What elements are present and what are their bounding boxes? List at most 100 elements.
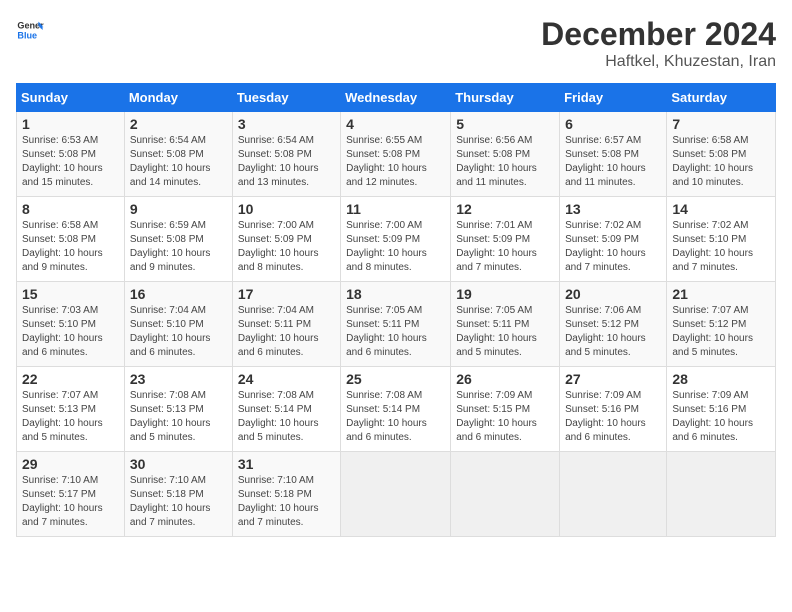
calendar-cell: 28 Sunrise: 7:09 AM Sunset: 5:16 PM Dayli… (667, 367, 776, 452)
calendar-cell: 31 Sunrise: 7:10 AM Sunset: 5:18 PM Dayli… (232, 452, 340, 537)
day-info: Sunrise: 7:02 AM Sunset: 5:10 PM Dayligh… (672, 219, 770, 275)
day-info: Sunrise: 7:09 AM Sunset: 5:16 PM Dayligh… (672, 389, 770, 445)
location-title: Haftkel, Khuzestan, Iran (541, 53, 776, 71)
month-title: December 2024 (541, 16, 776, 53)
day-info: Sunrise: 7:01 AM Sunset: 5:09 PM Dayligh… (456, 219, 554, 275)
day-number: 28 (672, 371, 770, 387)
calendar-cell: 14 Sunrise: 7:02 AM Sunset: 5:10 PM Dayli… (667, 197, 776, 282)
day-info: Sunrise: 7:03 AM Sunset: 5:10 PM Dayligh… (22, 304, 119, 360)
day-number: 1 (22, 116, 119, 132)
calendar-cell: 26 Sunrise: 7:09 AM Sunset: 5:15 PM Dayli… (451, 367, 560, 452)
calendar-cell: 12Sunrise: 7:01 AM Sunset: 5:09 PM Dayli… (451, 197, 560, 282)
calendar-cell (341, 452, 451, 537)
header-cell-tuesday: Tuesday (232, 84, 340, 112)
header: General Blue December 2024 Haftkel, Khuz… (16, 16, 776, 71)
day-info: Sunrise: 7:04 AM Sunset: 5:11 PM Dayligh… (238, 304, 335, 360)
calendar-cell: 25Sunrise: 7:08 AM Sunset: 5:14 PM Dayli… (341, 367, 451, 452)
day-number: 17 (238, 286, 335, 302)
day-info: Sunrise: 7:05 AM Sunset: 5:11 PM Dayligh… (456, 304, 554, 360)
calendar-week-0: 1 Sunrise: 6:53 AM Sunset: 5:08 PM Daylig… (17, 112, 776, 197)
day-info: Sunrise: 7:02 AM Sunset: 5:09 PM Dayligh… (565, 219, 661, 275)
day-info: Sunrise: 7:10 AM Sunset: 5:18 PM Dayligh… (238, 474, 335, 530)
day-info: Sunrise: 7:07 AM Sunset: 5:12 PM Dayligh… (672, 304, 770, 360)
day-number: 22 (22, 371, 119, 387)
day-info: Sunrise: 7:05 AM Sunset: 5:11 PM Dayligh… (346, 304, 445, 360)
calendar-cell (560, 452, 667, 537)
calendar-cell: 4Sunrise: 6:55 AM Sunset: 5:08 PM Daylig… (341, 112, 451, 197)
calendar-cell (667, 452, 776, 537)
header-cell-monday: Monday (124, 84, 232, 112)
calendar-cell: 13 Sunrise: 7:02 AM Sunset: 5:09 PM Dayli… (560, 197, 667, 282)
day-number: 23 (130, 371, 227, 387)
header-cell-friday: Friday (560, 84, 667, 112)
day-info: Sunrise: 7:06 AM Sunset: 5:12 PM Dayligh… (565, 304, 661, 360)
svg-text:Blue: Blue (17, 30, 37, 40)
calendar-cell: 11Sunrise: 7:00 AM Sunset: 5:09 PM Dayli… (341, 197, 451, 282)
day-number: 6 (565, 116, 661, 132)
day-info: Sunrise: 6:53 AM Sunset: 5:08 PM Dayligh… (22, 134, 119, 190)
calendar-week-3: 22 Sunrise: 7:07 AM Sunset: 5:13 PM Dayli… (17, 367, 776, 452)
day-number: 7 (672, 116, 770, 132)
day-info: Sunrise: 6:59 AM Sunset: 5:08 PM Dayligh… (130, 219, 227, 275)
day-info: Sunrise: 6:58 AM Sunset: 5:08 PM Dayligh… (22, 219, 119, 275)
calendar-cell: 8 Sunrise: 6:58 AM Sunset: 5:08 PM Daylig… (17, 197, 125, 282)
calendar-cell: 17 Sunrise: 7:04 AM Sunset: 5:11 PM Dayli… (232, 282, 340, 367)
day-number: 9 (130, 201, 227, 217)
calendar-cell: 9 Sunrise: 6:59 AM Sunset: 5:08 PM Daylig… (124, 197, 232, 282)
calendar-cell: 24Sunrise: 7:08 AM Sunset: 5:14 PM Dayli… (232, 367, 340, 452)
day-info: Sunrise: 6:56 AM Sunset: 5:08 PM Dayligh… (456, 134, 554, 190)
calendar-table: SundayMondayTuesdayWednesdayThursdayFrid… (16, 83, 776, 537)
day-info: Sunrise: 7:08 AM Sunset: 5:14 PM Dayligh… (238, 389, 335, 445)
day-number: 10 (238, 201, 335, 217)
header-row: SundayMondayTuesdayWednesdayThursdayFrid… (17, 84, 776, 112)
calendar-cell: 21Sunrise: 7:07 AM Sunset: 5:12 PM Dayli… (667, 282, 776, 367)
calendar-cell: 6 Sunrise: 6:57 AM Sunset: 5:08 PM Daylig… (560, 112, 667, 197)
day-info: Sunrise: 7:08 AM Sunset: 5:14 PM Dayligh… (346, 389, 445, 445)
calendar-cell: 15 Sunrise: 7:03 AM Sunset: 5:10 PM Dayli… (17, 282, 125, 367)
calendar-week-4: 29 Sunrise: 7:10 AM Sunset: 5:17 PM Dayli… (17, 452, 776, 537)
calendar-cell: 7 Sunrise: 6:58 AM Sunset: 5:08 PM Daylig… (667, 112, 776, 197)
calendar-cell: 20 Sunrise: 7:06 AM Sunset: 5:12 PM Dayli… (560, 282, 667, 367)
day-number: 2 (130, 116, 227, 132)
day-info: Sunrise: 6:54 AM Sunset: 5:08 PM Dayligh… (238, 134, 335, 190)
day-number: 18 (346, 286, 445, 302)
day-number: 20 (565, 286, 661, 302)
day-info: Sunrise: 7:10 AM Sunset: 5:17 PM Dayligh… (22, 474, 119, 530)
calendar-cell: 29 Sunrise: 7:10 AM Sunset: 5:17 PM Dayli… (17, 452, 125, 537)
day-info: Sunrise: 6:54 AM Sunset: 5:08 PM Dayligh… (130, 134, 227, 190)
header-cell-thursday: Thursday (451, 84, 560, 112)
calendar-cell: 19Sunrise: 7:05 AM Sunset: 5:11 PM Dayli… (451, 282, 560, 367)
title-area: December 2024 Haftkel, Khuzestan, Iran (541, 16, 776, 71)
day-number: 3 (238, 116, 335, 132)
day-number: 29 (22, 456, 119, 472)
calendar-cell: 1 Sunrise: 6:53 AM Sunset: 5:08 PM Daylig… (17, 112, 125, 197)
day-number: 26 (456, 371, 554, 387)
day-number: 16 (130, 286, 227, 302)
day-number: 14 (672, 201, 770, 217)
day-info: Sunrise: 7:04 AM Sunset: 5:10 PM Dayligh… (130, 304, 227, 360)
calendar-week-1: 8 Sunrise: 6:58 AM Sunset: 5:08 PM Daylig… (17, 197, 776, 282)
day-number: 8 (22, 201, 119, 217)
day-number: 15 (22, 286, 119, 302)
logo: General Blue (16, 16, 44, 44)
day-info: Sunrise: 6:55 AM Sunset: 5:08 PM Dayligh… (346, 134, 445, 190)
day-number: 11 (346, 201, 445, 217)
day-number: 27 (565, 371, 661, 387)
calendar-cell: 5Sunrise: 6:56 AM Sunset: 5:08 PM Daylig… (451, 112, 560, 197)
calendar-cell: 2 Sunrise: 6:54 AM Sunset: 5:08 PM Daylig… (124, 112, 232, 197)
day-number: 13 (565, 201, 661, 217)
day-info: Sunrise: 6:58 AM Sunset: 5:08 PM Dayligh… (672, 134, 770, 190)
calendar-week-2: 15 Sunrise: 7:03 AM Sunset: 5:10 PM Dayli… (17, 282, 776, 367)
day-number: 31 (238, 456, 335, 472)
day-info: Sunrise: 7:07 AM Sunset: 5:13 PM Dayligh… (22, 389, 119, 445)
day-info: Sunrise: 7:08 AM Sunset: 5:13 PM Dayligh… (130, 389, 227, 445)
logo-icon: General Blue (16, 16, 44, 44)
day-info: Sunrise: 7:09 AM Sunset: 5:15 PM Dayligh… (456, 389, 554, 445)
day-info: Sunrise: 7:00 AM Sunset: 5:09 PM Dayligh… (238, 219, 335, 275)
calendar-cell (451, 452, 560, 537)
day-info: Sunrise: 6:57 AM Sunset: 5:08 PM Dayligh… (565, 134, 661, 190)
header-cell-sunday: Sunday (17, 84, 125, 112)
day-info: Sunrise: 7:09 AM Sunset: 5:16 PM Dayligh… (565, 389, 661, 445)
calendar-cell: 18 Sunrise: 7:05 AM Sunset: 5:11 PM Dayli… (341, 282, 451, 367)
calendar-cell: 23 Sunrise: 7:08 AM Sunset: 5:13 PM Dayli… (124, 367, 232, 452)
